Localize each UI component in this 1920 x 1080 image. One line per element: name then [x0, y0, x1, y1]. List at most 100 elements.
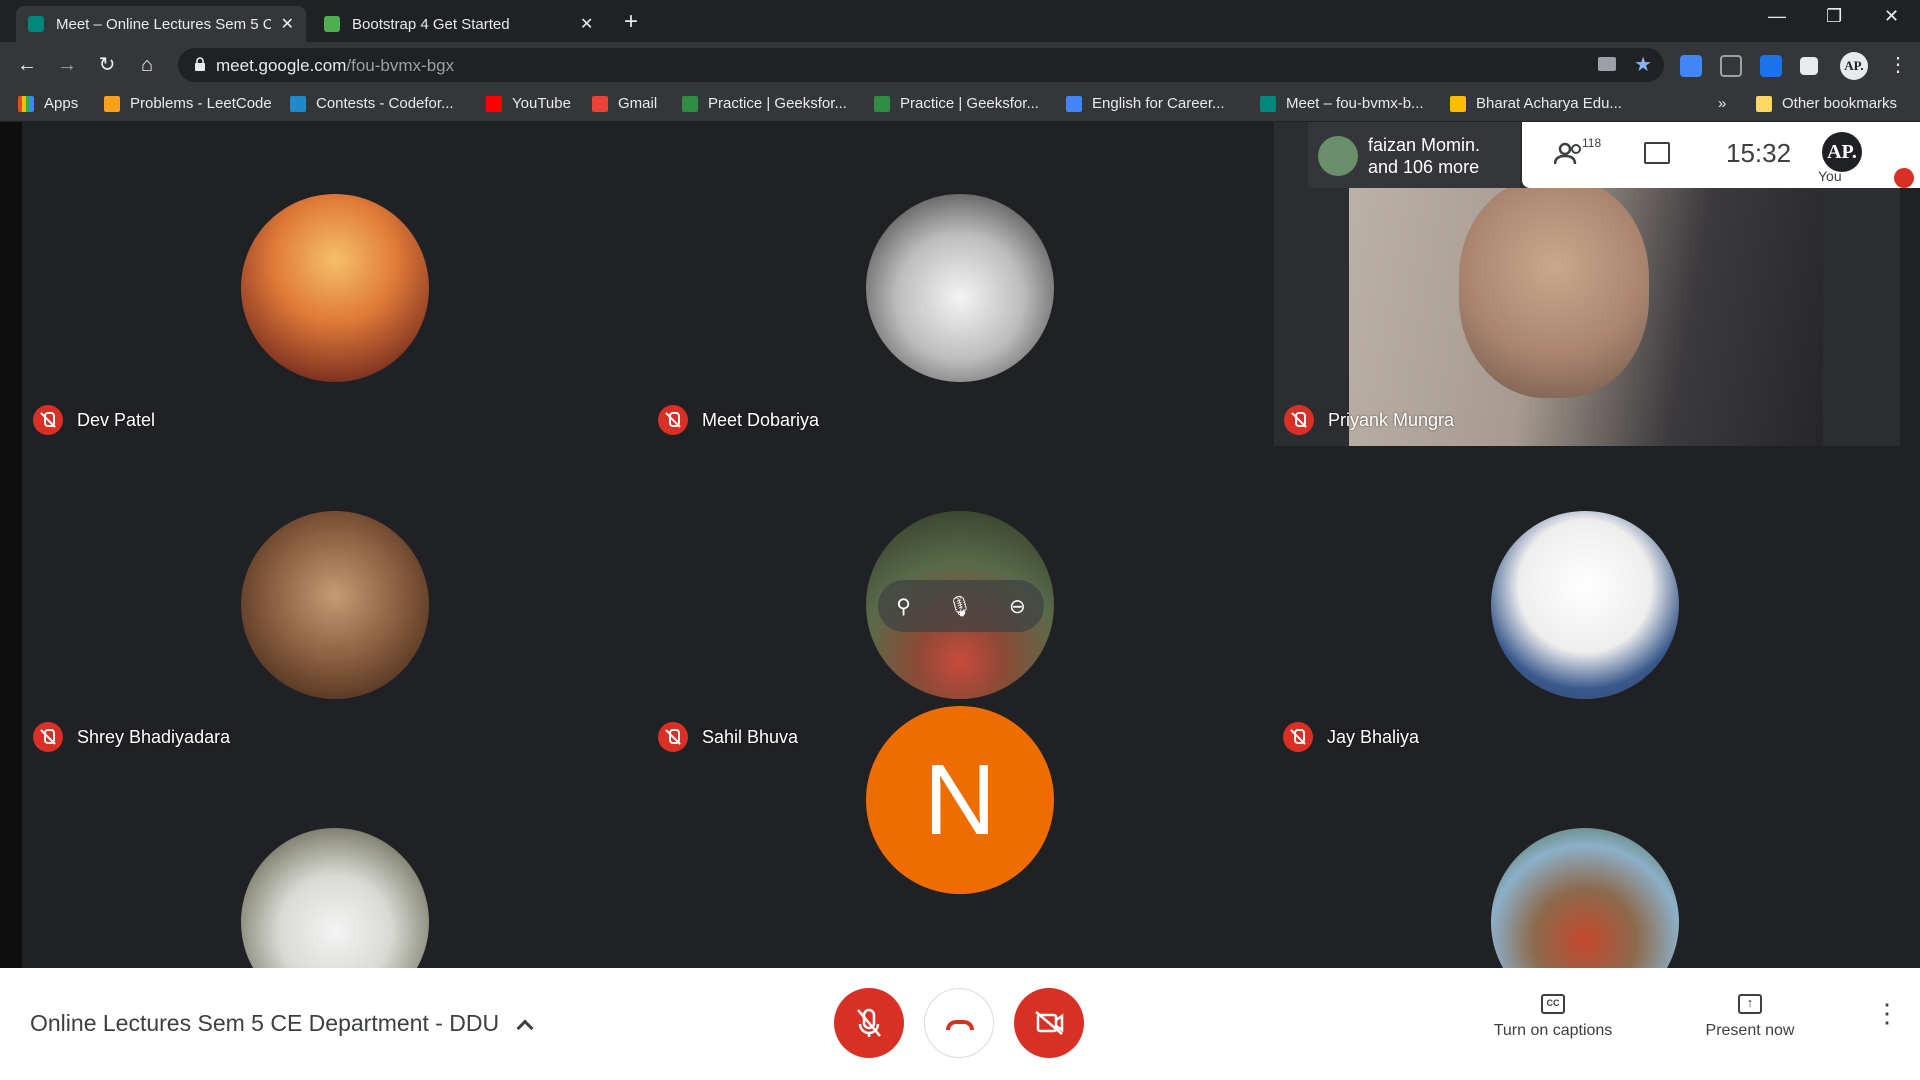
bookmark-apps[interactable]: Apps: [18, 95, 78, 112]
captions-label: Turn on captions: [1493, 1022, 1613, 1039]
bookmark-label: Practice | Geeksfor...: [900, 95, 1039, 112]
tab-bootstrap[interactable]: Bootstrap 4 Get Started ✕: [312, 6, 608, 42]
home-button[interactable]: ⌂: [132, 50, 162, 80]
present-now-button[interactable]: ↑ Present now: [1690, 994, 1810, 1040]
bookmark-label: Bharat Acharya Edu...: [1476, 95, 1622, 112]
mic-off-icon: [33, 722, 63, 752]
remove-participant-icon[interactable]: ⊖: [1009, 594, 1026, 619]
video-person-shape: [1459, 188, 1649, 398]
participant-name: Meet Dobariya: [702, 409, 820, 430]
bookmark-other[interactable]: Other bookmarks: [1756, 95, 1897, 112]
participant-name: Dev Patel: [77, 409, 156, 430]
window-close-button[interactable]: ✕: [1884, 6, 1899, 27]
participant-name: Jay Bhaliya: [1327, 726, 1420, 747]
bookmark-label: YouTube: [512, 95, 571, 112]
nameplate-sahil-bhuva: Sahil Bhuva: [658, 722, 798, 752]
forward-button[interactable]: →: [52, 50, 82, 80]
chevron-double-icon: »: [1718, 95, 1727, 112]
captions-icon: CC: [1541, 994, 1565, 1014]
pin-icon[interactable]: ⚲: [896, 594, 911, 619]
participant-avatar-shrey-bhadiyadara[interactable]: [241, 511, 429, 699]
geeksforgeeks-icon: [682, 95, 698, 112]
tab-title: Meet – Online Lectures Sem 5 CE Departme…: [56, 15, 271, 33]
meet-stage: Dev Patel Meet Dobariya Priyank Mungra f…: [0, 122, 1920, 1016]
meeting-meta-bar: 118 15:32 AP. You: [1522, 122, 1920, 188]
participants-preview-line2: and 106 more: [1368, 157, 1480, 177]
profile-avatar[interactable]: AP.: [1840, 52, 1868, 80]
bookmark-label: Meet – fou-bvmx-b...: [1286, 95, 1424, 112]
chat-icon[interactable]: [1644, 142, 1670, 164]
back-button[interactable]: ←: [12, 50, 42, 80]
meeting-clock: 15:32: [1726, 138, 1792, 168]
bookmark-youtube[interactable]: YouTube: [486, 95, 571, 112]
self-label: You: [1818, 168, 1842, 184]
translate-icon[interactable]: [1680, 55, 1702, 77]
puzzle-icon[interactable]: [1800, 57, 1818, 75]
bookmark-label: Contests - Codefor...: [316, 95, 454, 112]
mic-off-icon: [1283, 722, 1313, 752]
participants-preview[interactable]: faizan Momin. and 106 more: [1308, 122, 1520, 188]
bookmark-label: English for Career...: [1092, 95, 1225, 112]
participant-name: Priyank Mungra: [1328, 409, 1455, 430]
bookmark-geeksforgeeks-2[interactable]: Practice | Geeksfor...: [874, 95, 1039, 112]
bookmark-geeksforgeeks-1[interactable]: Practice | Geeksfor...: [682, 95, 847, 112]
toggle-mic-button[interactable]: [834, 988, 904, 1058]
people-icon[interactable]: [1554, 142, 1584, 166]
folder-icon: [1756, 95, 1772, 112]
tab-meet[interactable]: Meet – Online Lectures Sem 5 CE Departme…: [16, 6, 306, 42]
bookmarks-overflow-button[interactable]: »: [1718, 95, 1726, 112]
participant-avatar-jay-bhaliya[interactable]: [1491, 511, 1679, 699]
meet-favicon-icon: [28, 16, 44, 32]
bookmark-label: Problems - LeetCode: [130, 95, 272, 112]
toggle-camera-button[interactable]: [1014, 988, 1084, 1058]
lock-icon: [195, 57, 205, 71]
minimize-button[interactable]: —: [1768, 6, 1786, 27]
more-options-icon[interactable]: ⋮: [1874, 1000, 1900, 1026]
gmail-icon: [592, 95, 608, 112]
turn-on-captions-button[interactable]: CC Turn on captions: [1488, 994, 1618, 1040]
self-avatar[interactable]: AP.: [1822, 132, 1862, 172]
camera-off-icon: [1035, 1011, 1064, 1035]
browser-tab-strip: Meet – Online Lectures Sem 5 CE Departme…: [0, 0, 1920, 42]
participant-avatar-dev-patel[interactable]: [241, 194, 429, 382]
participant-count: 118: [1582, 136, 1602, 150]
calendar-icon[interactable]: [1760, 55, 1782, 77]
tab-close-icon[interactable]: ✕: [580, 14, 593, 34]
camera-blocked-icon[interactable]: [1598, 57, 1616, 71]
new-tab-button[interactable]: +: [624, 10, 638, 34]
bookmark-leetcode[interactable]: Problems - LeetCode: [104, 95, 272, 112]
bookmark-gmail[interactable]: Gmail: [592, 95, 657, 112]
present-icon: ↑: [1738, 994, 1762, 1014]
leave-call-button[interactable]: [924, 988, 994, 1058]
bookmark-english[interactable]: English for Career...: [1066, 95, 1225, 112]
coursera-icon: [1066, 95, 1082, 112]
nameplate-priyank-mungra: Priyank Mungra: [1284, 405, 1454, 435]
url-path: /fou-bvmx-bgx: [346, 56, 455, 75]
tab-close-icon[interactable]: ✕: [281, 14, 294, 34]
mic-off-icon: [658, 405, 688, 435]
pocket-icon[interactable]: [1720, 55, 1742, 77]
address-bar[interactable]: meet.google.com/fou-bvmx-bgx ★: [178, 48, 1664, 82]
restore-button[interactable]: ❐: [1826, 6, 1842, 27]
bookmark-codeforces[interactable]: Contests - Codefor...: [290, 95, 454, 112]
participant-avatar-meet-dobariya[interactable]: [866, 194, 1054, 382]
leetcode-icon: [104, 95, 120, 112]
participant-avatar-n[interactable]: N: [866, 706, 1054, 894]
end-call-icon: [946, 1020, 974, 1030]
bookmark-bharat[interactable]: Bharat Acharya Edu...: [1450, 95, 1622, 112]
mute-participant-icon[interactable]: 🎙: [947, 594, 972, 619]
participant-name: Shrey Bhadiyadara: [77, 726, 231, 747]
nameplate-shrey-bhadiyadara: Shrey Bhadiyadara: [33, 722, 230, 752]
geeksforgeeks-icon: [874, 95, 890, 112]
meeting-controls-bar: Online Lectures Sem 5 CE Department - DD…: [0, 968, 1920, 1080]
meet-icon: [1260, 95, 1276, 112]
nameplate-meet-dobariya: Meet Dobariya: [658, 405, 819, 435]
bootstrap-favicon-icon: [324, 16, 340, 32]
meeting-details-toggle[interactable]: Online Lectures Sem 5 CE Department - DD…: [30, 1010, 534, 1037]
bookmark-meet[interactable]: Meet – fou-bvmx-b...: [1260, 95, 1424, 112]
browser-menu-icon[interactable]: ⋮: [1888, 52, 1908, 77]
self-mic-off-icon: [1894, 168, 1914, 188]
bookmark-star-icon[interactable]: ★: [1634, 52, 1652, 77]
tab-title: Bootstrap 4 Get Started: [352, 15, 510, 33]
reload-button[interactable]: ↻: [92, 50, 122, 80]
